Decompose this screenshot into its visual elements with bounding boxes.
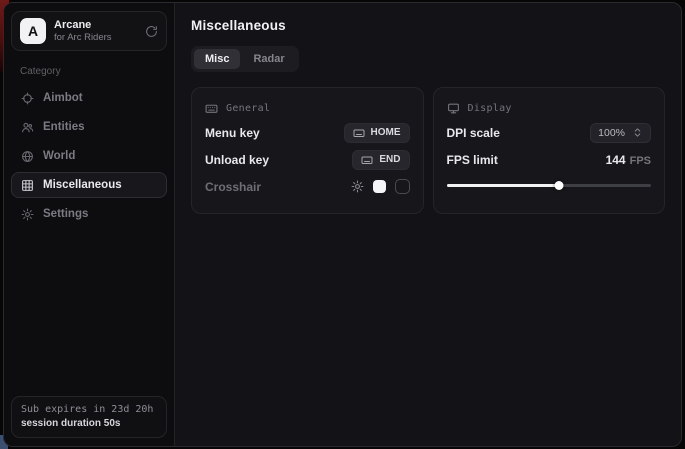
sidebar-item-label: Aimbot	[43, 92, 83, 104]
category-label: Category	[20, 66, 158, 77]
fps-unit: FPS	[630, 155, 651, 167]
display-card-title: Display	[468, 103, 512, 114]
crosshair-icon	[21, 92, 34, 105]
sidebar-item-aimbot[interactable]: Aimbot	[11, 85, 167, 111]
dpi-scale-select[interactable]: 100%	[590, 123, 651, 143]
sidebar-item-label: World	[43, 150, 75, 162]
tab-misc[interactable]: Misc	[194, 49, 240, 69]
sidebar-item-settings[interactable]: Settings	[11, 201, 167, 227]
unload-key-label: Unload key	[205, 153, 269, 167]
sub-expiry-text: Sub expires in 23d 20h	[21, 404, 157, 415]
fps-limit-row: FPS limit 144 FPS	[447, 146, 652, 173]
fps-limit-label: FPS limit	[447, 153, 498, 167]
keyboard-icon	[205, 102, 218, 115]
menu-key-value: HOME	[371, 127, 401, 138]
fps-number: 144	[606, 153, 626, 167]
general-card: General Menu key HOME Unload key	[191, 87, 424, 214]
settings-cards: General Menu key HOME Unload key	[191, 87, 665, 214]
app-title: Arcane	[54, 19, 112, 31]
monitor-icon	[447, 102, 460, 115]
sidebar-item-world[interactable]: World	[11, 143, 167, 169]
app-subtitle: for Arc Riders	[54, 32, 112, 43]
menu-key-label: Menu key	[205, 126, 260, 140]
general-card-title: General	[226, 103, 270, 114]
general-card-header: General	[205, 97, 410, 119]
main-content: Miscellaneous Misc Radar General Menu ke…	[175, 3, 681, 446]
dpi-scale-row: DPI scale 100%	[447, 119, 652, 146]
menu-key-row: Menu key HOME	[205, 119, 410, 146]
tab-bar: Misc Radar	[191, 46, 299, 72]
unload-key-row: Unload key END	[205, 146, 410, 173]
globe-icon	[21, 150, 34, 163]
slider-thumb[interactable]	[554, 181, 563, 190]
sidebar-item-miscellaneous[interactable]: Miscellaneous	[11, 172, 167, 198]
subscription-card: Sub expires in 23d 20h session duration …	[11, 396, 167, 438]
unload-key-value: END	[379, 154, 400, 165]
screen: A Arcane for Arc Riders Category Aimbot	[0, 0, 685, 449]
crosshair-label: Crosshair	[205, 180, 261, 194]
crosshair-row: Crosshair	[205, 173, 410, 200]
keyboard-icon	[361, 154, 373, 166]
dpi-scale-value: 100%	[598, 127, 625, 139]
unload-key-button[interactable]: END	[352, 150, 409, 170]
sidebar-item-entities[interactable]: Entities	[11, 114, 167, 140]
menu-key-button[interactable]: HOME	[344, 123, 410, 143]
dpi-scale-label: DPI scale	[447, 126, 500, 140]
crosshair-enable-checkbox[interactable]	[395, 179, 410, 194]
keyboard-icon	[353, 127, 365, 139]
display-card: Display DPI scale 100% FPS limit	[433, 87, 666, 214]
entities-icon	[21, 121, 34, 134]
crosshair-controls	[351, 179, 410, 194]
grid-icon	[21, 179, 34, 192]
page-title: Miscellaneous	[191, 18, 665, 33]
sidebar-item-label: Miscellaneous	[43, 179, 122, 191]
session-duration-text: session duration 50s	[21, 418, 157, 429]
app-window: A Arcane for Arc Riders Category Aimbot	[3, 2, 682, 447]
sidebar-nav: Aimbot Entities World	[11, 85, 167, 227]
display-card-header: Display	[447, 97, 652, 119]
chevrons-up-down-icon	[632, 127, 643, 138]
sidebar-item-label: Settings	[43, 208, 88, 220]
tab-radar[interactable]: Radar	[242, 49, 295, 69]
app-logo-text: Arcane for Arc Riders	[54, 19, 112, 43]
slider-fill	[447, 184, 559, 187]
sidebar: A Arcane for Arc Riders Category Aimbot	[4, 3, 175, 446]
app-logo-card: A Arcane for Arc Riders	[11, 11, 167, 51]
app-logo: A	[20, 18, 46, 44]
refresh-icon[interactable]	[145, 25, 158, 38]
gear-icon	[21, 208, 34, 221]
fps-limit-slider[interactable]	[447, 180, 652, 191]
crosshair-settings-gear-icon[interactable]	[351, 180, 364, 193]
fps-limit-value: 144 FPS	[606, 153, 651, 167]
sidebar-item-label: Entities	[43, 121, 85, 133]
crosshair-color-swatch[interactable]	[373, 180, 386, 193]
